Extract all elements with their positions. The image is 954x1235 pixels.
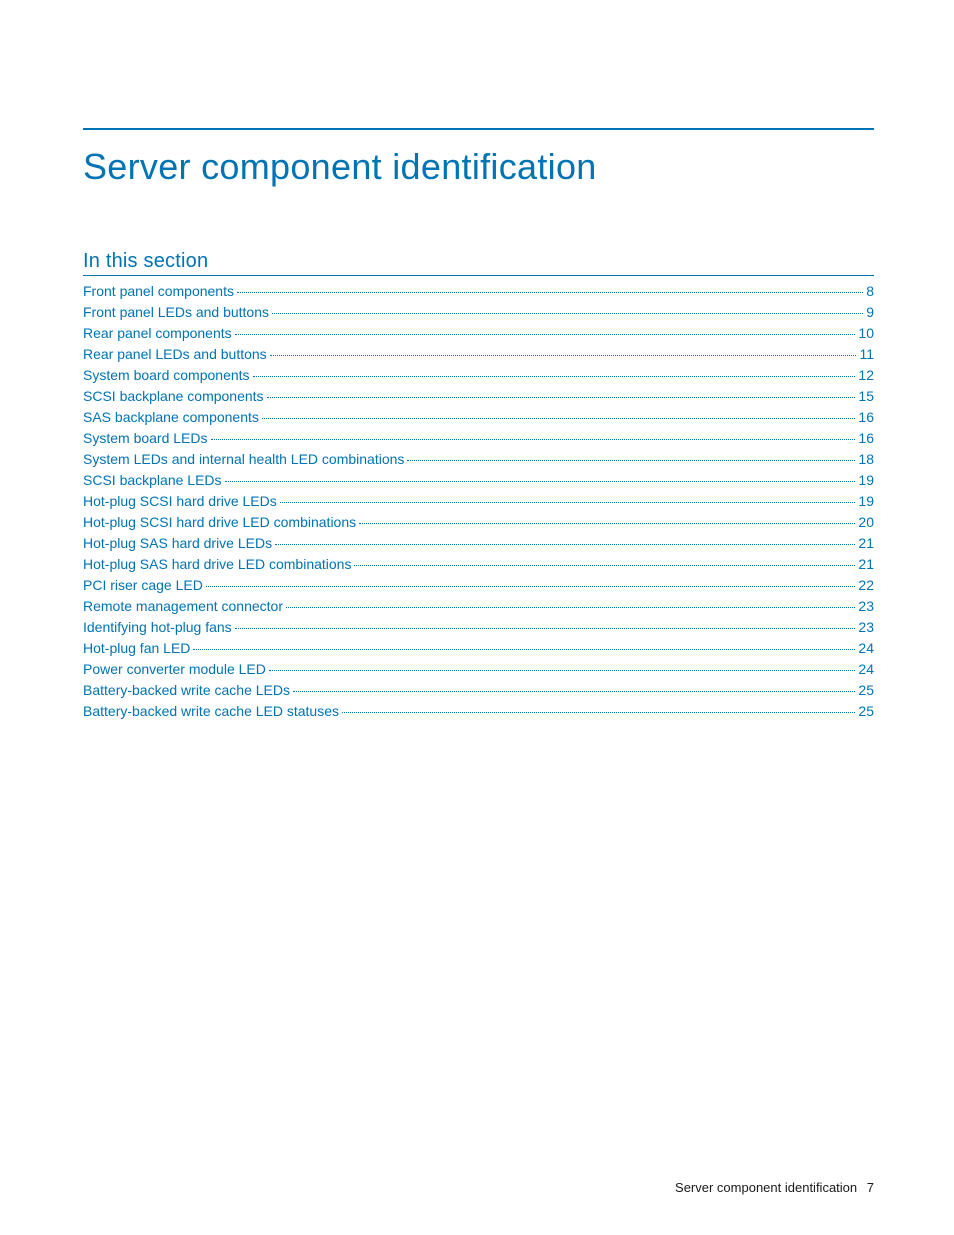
toc-leader <box>280 502 856 503</box>
toc-link[interactable]: Rear panel components <box>83 323 232 344</box>
toc-entry[interactable]: System board components 12 <box>83 365 874 386</box>
toc-link[interactable]: Power converter module LED <box>83 659 266 680</box>
table-of-contents: Front panel components 8 Front panel LEDs… <box>83 281 874 722</box>
toc-link[interactable]: Battery-backed write cache LEDs <box>83 680 290 701</box>
toc-link[interactable]: System board components <box>83 365 250 386</box>
page-footer: Server component identification 7 <box>675 1180 874 1195</box>
toc-entry[interactable]: Identifying hot-plug fans 23 <box>83 617 874 638</box>
toc-leader <box>354 565 855 566</box>
toc-leader <box>206 586 856 587</box>
toc-page-number: 8 <box>866 281 874 302</box>
toc-link[interactable]: Front panel components <box>83 281 234 302</box>
toc-link[interactable]: PCI riser cage LED <box>83 575 203 596</box>
toc-page-number: 21 <box>858 533 874 554</box>
toc-leader <box>235 334 856 335</box>
toc-entry[interactable]: Hot-plug SAS hard drive LED combinations… <box>83 554 874 575</box>
toc-page-number: 9 <box>866 302 874 323</box>
toc-page-number: 24 <box>858 659 874 680</box>
toc-entry[interactable]: SAS backplane components 16 <box>83 407 874 428</box>
toc-entry[interactable]: SCSI backplane LEDs 19 <box>83 470 874 491</box>
toc-entry[interactable]: Hot-plug SCSI hard drive LEDs 19 <box>83 491 874 512</box>
toc-leader <box>235 628 856 629</box>
toc-leader <box>272 313 863 314</box>
toc-leader <box>262 418 856 419</box>
toc-leader <box>225 481 856 482</box>
toc-leader <box>211 439 856 440</box>
toc-link[interactable]: Identifying hot-plug fans <box>83 617 232 638</box>
toc-page-number: 16 <box>858 407 874 428</box>
section-heading: In this section <box>83 250 874 276</box>
page-title: Server component identification <box>83 146 874 188</box>
toc-leader <box>237 292 863 293</box>
toc-link[interactable]: SAS backplane components <box>83 407 259 428</box>
toc-page-number: 10 <box>858 323 874 344</box>
toc-link[interactable]: Battery-backed write cache LED statuses <box>83 701 339 722</box>
toc-link[interactable]: System LEDs and internal health LED comb… <box>83 449 404 470</box>
toc-entry[interactable]: Hot-plug SAS hard drive LEDs 21 <box>83 533 874 554</box>
toc-page-number: 15 <box>858 386 874 407</box>
toc-entry[interactable]: SCSI backplane components 15 <box>83 386 874 407</box>
toc-leader <box>407 460 855 461</box>
toc-page-number: 25 <box>858 680 874 701</box>
toc-page-number: 19 <box>858 470 874 491</box>
toc-entry[interactable]: System board LEDs 16 <box>83 428 874 449</box>
toc-link[interactable]: SCSI backplane components <box>83 386 264 407</box>
toc-link[interactable]: Hot-plug SCSI hard drive LEDs <box>83 491 277 512</box>
toc-leader <box>193 649 855 650</box>
toc-entry[interactable]: Battery-backed write cache LEDs 25 <box>83 680 874 701</box>
toc-page-number: 11 <box>859 344 874 365</box>
toc-leader <box>286 607 855 608</box>
toc-entry[interactable]: Hot-plug fan LED 24 <box>83 638 874 659</box>
toc-page-number: 21 <box>858 554 874 575</box>
toc-link[interactable]: System board LEDs <box>83 428 208 449</box>
toc-leader <box>267 397 856 398</box>
toc-page-number: 19 <box>858 491 874 512</box>
toc-link[interactable]: Hot-plug SAS hard drive LED combinations <box>83 554 351 575</box>
toc-link[interactable]: Remote management connector <box>83 596 283 617</box>
toc-entry[interactable]: System LEDs and internal health LED comb… <box>83 449 874 470</box>
toc-leader <box>253 376 856 377</box>
footer-page-number: 7 <box>867 1180 874 1195</box>
toc-page-number: 22 <box>858 575 874 596</box>
footer-section-title: Server component identification <box>675 1180 857 1195</box>
title-rule <box>83 128 874 130</box>
toc-entry[interactable]: Rear panel LEDs and buttons 11 <box>83 344 874 365</box>
toc-page-number: 16 <box>858 428 874 449</box>
toc-leader <box>359 523 855 524</box>
toc-entry[interactable]: Remote management connector 23 <box>83 596 874 617</box>
toc-entry[interactable]: Rear panel components 10 <box>83 323 874 344</box>
toc-entry[interactable]: Front panel LEDs and buttons 9 <box>83 302 874 323</box>
page-container: Server component identification In this … <box>0 0 954 722</box>
toc-leader <box>269 670 856 671</box>
toc-leader <box>270 355 857 356</box>
toc-link[interactable]: Front panel LEDs and buttons <box>83 302 269 323</box>
toc-entry[interactable]: Front panel components 8 <box>83 281 874 302</box>
toc-page-number: 12 <box>858 365 874 386</box>
toc-entry[interactable]: Hot-plug SCSI hard drive LED combination… <box>83 512 874 533</box>
toc-page-number: 20 <box>858 512 874 533</box>
toc-page-number: 24 <box>858 638 874 659</box>
toc-link[interactable]: SCSI backplane LEDs <box>83 470 222 491</box>
toc-page-number: 25 <box>858 701 874 722</box>
toc-page-number: 23 <box>858 596 874 617</box>
toc-leader <box>342 712 855 713</box>
toc-page-number: 18 <box>858 449 874 470</box>
toc-link[interactable]: Rear panel LEDs and buttons <box>83 344 267 365</box>
toc-leader <box>275 544 855 545</box>
toc-entry[interactable]: PCI riser cage LED 22 <box>83 575 874 596</box>
toc-entry[interactable]: Power converter module LED 24 <box>83 659 874 680</box>
toc-link[interactable]: Hot-plug SCSI hard drive LED combination… <box>83 512 356 533</box>
toc-page-number: 23 <box>858 617 874 638</box>
toc-entry[interactable]: Battery-backed write cache LED statuses 2… <box>83 701 874 722</box>
toc-link[interactable]: Hot-plug SAS hard drive LEDs <box>83 533 272 554</box>
toc-leader <box>293 691 855 692</box>
toc-link[interactable]: Hot-plug fan LED <box>83 638 190 659</box>
